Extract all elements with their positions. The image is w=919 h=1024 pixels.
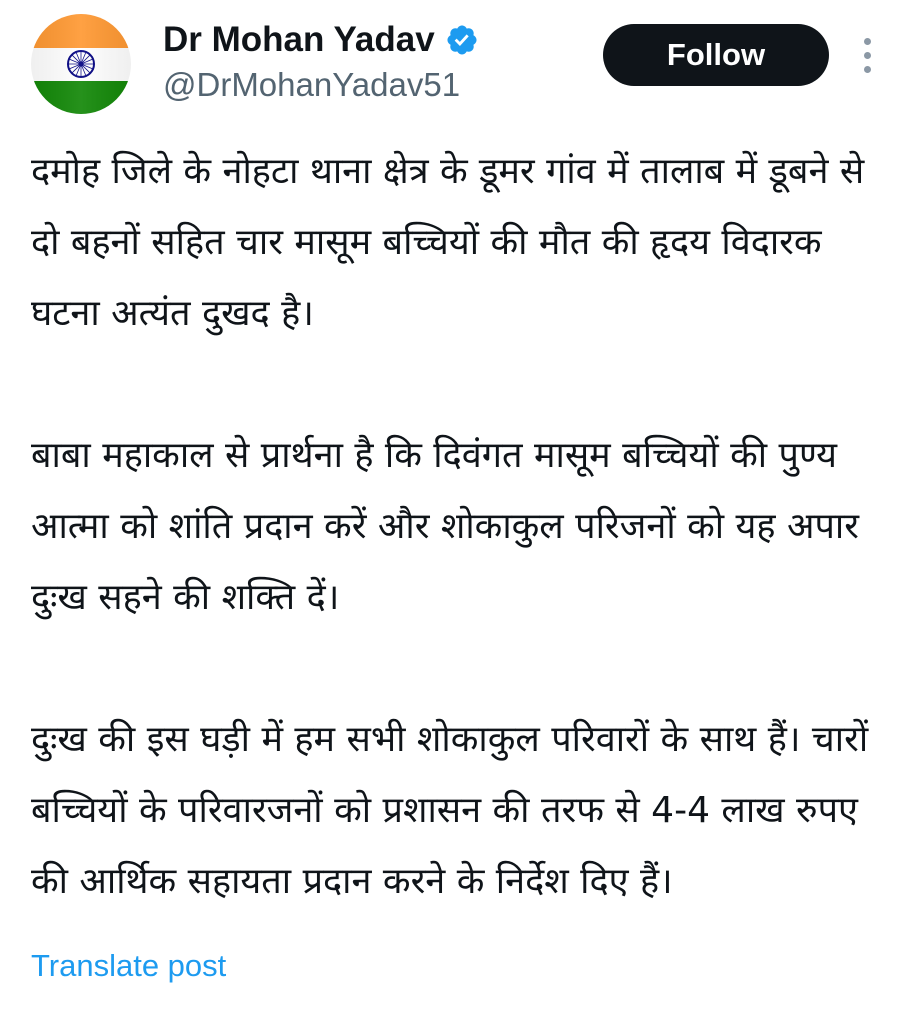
author-name-row[interactable]: Dr Mohan Yadav	[163, 16, 479, 64]
translate-post-link[interactable]: Translate post	[31, 948, 226, 984]
indian-flag-avatar-icon	[31, 14, 131, 114]
more-options-icon[interactable]	[856, 36, 880, 76]
verified-badge-icon	[447, 25, 477, 55]
post-header: Dr Mohan Yadav @DrMohanYadav51 Follow	[0, 0, 919, 130]
avatar[interactable]	[31, 14, 131, 114]
follow-button[interactable]: Follow	[603, 24, 829, 86]
post-paragraph: दमोह जिले के नोहटा थाना क्षेत्र के डूमर …	[31, 151, 865, 334]
post-paragraph: दुःख की इस घड़ी में हम सभी शोकाकुल परिवा…	[31, 719, 869, 902]
post-text: दमोह जिले के नोहटा थाना क्षेत्र के डूमर …	[31, 136, 901, 917]
post-paragraph: बाबा महाकाल से प्रार्थना है कि दिवंगत मा…	[31, 435, 859, 618]
author-display-name[interactable]: Dr Mohan Yadav	[163, 20, 435, 60]
author-handle[interactable]: @DrMohanYadav51	[163, 66, 460, 104]
